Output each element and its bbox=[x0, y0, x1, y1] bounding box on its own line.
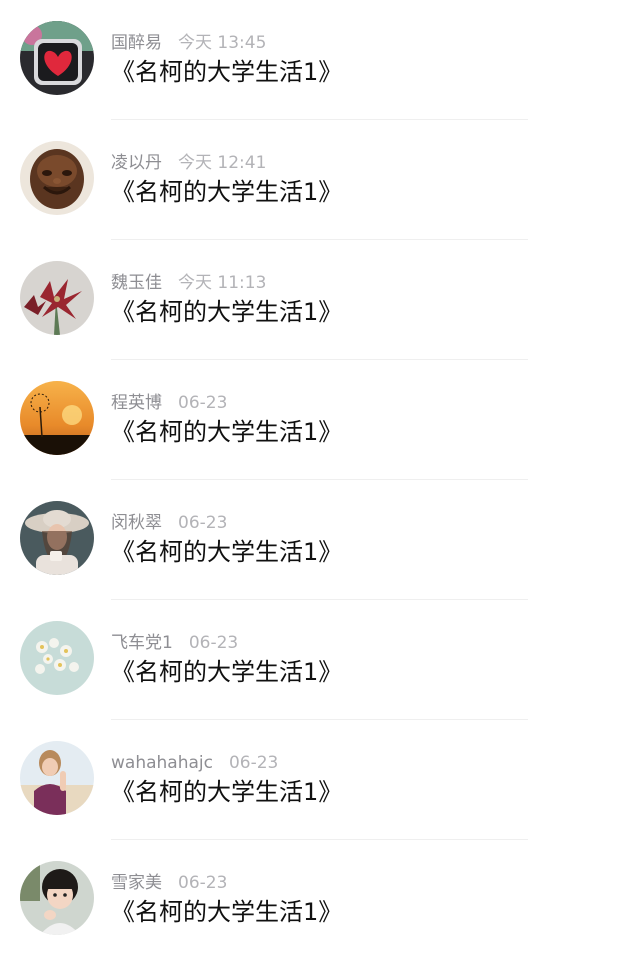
comment-meta: 闵秋翠 06-23 bbox=[111, 512, 227, 534]
heart-photo-avatar[interactable] bbox=[20, 21, 94, 95]
comment-item[interactable]: 魏玉佳 今天 11:13 《名柯的大学生活1》 bbox=[0, 240, 640, 360]
red-flowers-avatar[interactable] bbox=[20, 261, 94, 335]
comment-time: 今天 12:41 bbox=[178, 153, 267, 173]
comment-item[interactable]: 程英博 06-23 《名柯的大学生活1》 bbox=[0, 360, 640, 480]
comment-text: 《名柯的大学生活1》 bbox=[111, 298, 343, 326]
comment-meta: 凌以丹 今天 12:41 bbox=[111, 152, 266, 174]
comment-time: 06-23 bbox=[178, 513, 228, 533]
comment-text: 《名柯的大学生活1》 bbox=[111, 898, 343, 926]
user-name[interactable]: wahahahajc bbox=[111, 753, 213, 773]
user-name[interactable]: 飞车党1 bbox=[111, 633, 173, 653]
comment-time: 今天 13:45 bbox=[178, 33, 267, 53]
user-name[interactable]: 魏玉佳 bbox=[111, 273, 162, 293]
user-name[interactable]: 国醉易 bbox=[111, 33, 162, 53]
comment-text: 《名柯的大学生活1》 bbox=[111, 58, 343, 86]
woman-hat-avatar[interactable] bbox=[20, 501, 94, 575]
laughing-buddha-avatar[interactable] bbox=[20, 141, 94, 215]
white-flowers-avatar[interactable] bbox=[20, 621, 94, 695]
comment-item[interactable]: 闵秋翠 06-23 《名柯的大学生活1》 bbox=[0, 480, 640, 600]
comment-text: 《名柯的大学生活1》 bbox=[111, 778, 343, 806]
comment-item[interactable]: 雪家美 06-23 《名柯的大学生活1》 bbox=[0, 840, 640, 960]
comment-text: 《名柯的大学生活1》 bbox=[111, 418, 343, 446]
comment-text: 《名柯的大学生活1》 bbox=[111, 538, 343, 566]
comment-text: 《名柯的大学生活1》 bbox=[111, 178, 343, 206]
comment-time: 06-23 bbox=[188, 633, 239, 653]
comment-meta: 雪家美 06-23 bbox=[111, 872, 227, 894]
comment-text: 《名柯的大学生活1》 bbox=[111, 658, 343, 686]
comment-item[interactable]: 飞车党1 06-23 《名柯的大学生活1》 bbox=[0, 600, 640, 720]
comment-time: 今天 11:13 bbox=[178, 273, 267, 293]
comment-meta: 魏玉佳 今天 11:13 bbox=[111, 272, 266, 294]
comment-meta: 飞车党1 06-23 bbox=[111, 632, 238, 654]
comment-meta: 国醉易 今天 13:45 bbox=[111, 32, 266, 54]
comment-time: 06-23 bbox=[178, 393, 228, 413]
comment-list: 国醉易 今天 13:45 《名柯的大学生活1》 凌以丹 今天 12:41 《名柯的大… bbox=[0, 0, 640, 946]
user-name[interactable]: 雪家美 bbox=[111, 873, 162, 893]
user-name[interactable]: 闵秋翠 bbox=[111, 513, 162, 533]
comment-meta: 程英博 06-23 bbox=[111, 392, 227, 414]
girl-beach-avatar[interactable] bbox=[20, 741, 94, 815]
child-photo-avatar[interactable] bbox=[20, 861, 94, 935]
comment-item[interactable]: 凌以丹 今天 12:41 《名柯的大学生活1》 bbox=[0, 120, 640, 240]
user-name[interactable]: 凌以丹 bbox=[111, 153, 162, 173]
comment-meta: wahahahajc 06-23 bbox=[111, 752, 278, 774]
comment-item[interactable]: wahahahajc 06-23 《名柯的大学生活1》 bbox=[0, 720, 640, 840]
user-name[interactable]: 程英博 bbox=[111, 393, 162, 413]
dandelion-sunset-avatar[interactable] bbox=[20, 381, 94, 455]
comment-time: 06-23 bbox=[178, 873, 228, 893]
comment-item[interactable]: 国醉易 今天 13:45 《名柯的大学生活1》 bbox=[0, 0, 640, 120]
comment-time: 06-23 bbox=[228, 753, 279, 773]
